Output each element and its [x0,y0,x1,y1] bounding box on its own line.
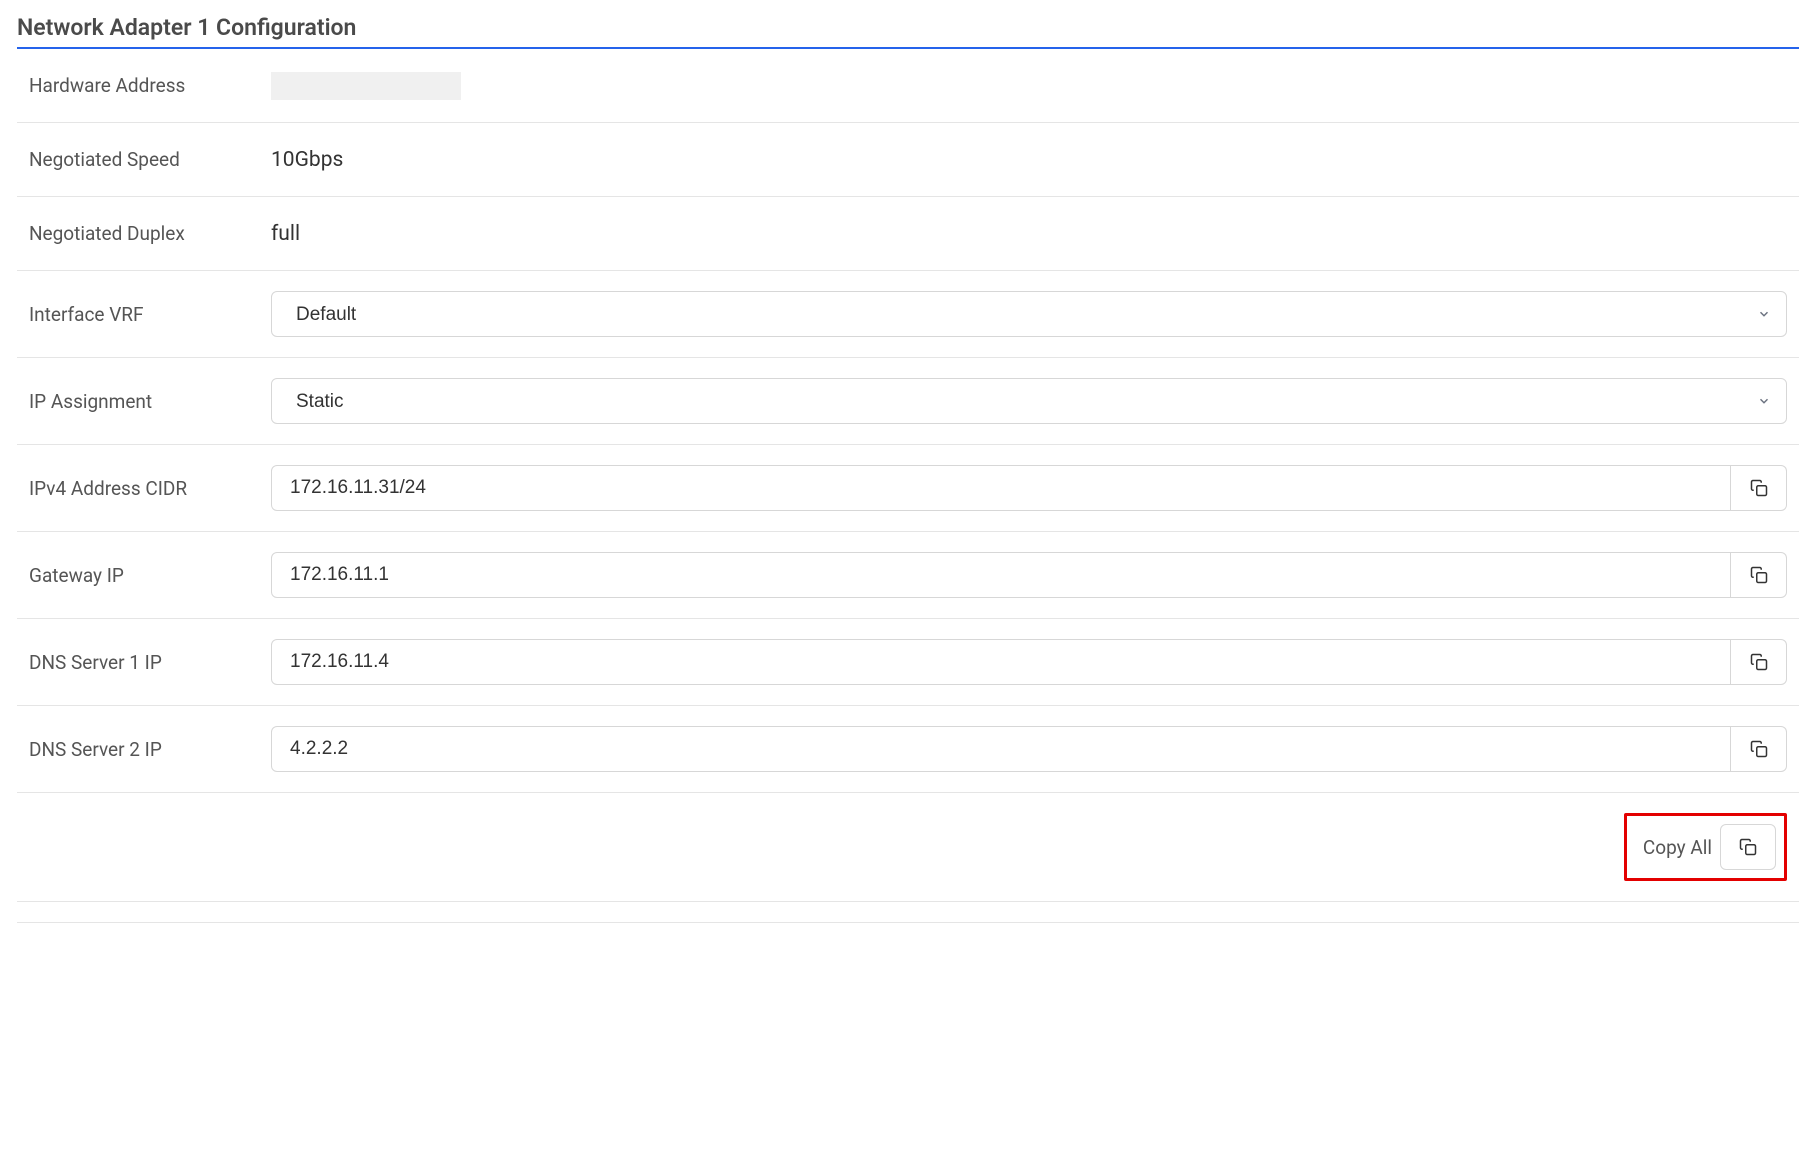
label-gateway-ip: Gateway IP [29,564,271,587]
input-dns-server-1[interactable] [271,639,1731,685]
copy-icon [1750,479,1768,497]
input-gateway-ip[interactable] [271,552,1731,598]
redacted-box [271,72,461,100]
copy-all-highlight: Copy All [1624,813,1787,881]
copy-icon [1750,740,1768,758]
value-negotiated-speed: 10Gbps [271,148,1787,172]
copy-ipv4-address-button[interactable] [1731,465,1787,511]
value-hardware-address [271,72,1787,100]
label-ip-assignment: IP Assignment [29,390,271,413]
label-negotiated-duplex: Negotiated Duplex [29,222,271,245]
value-negotiated-duplex: full [271,222,1787,246]
label-interface-vrf: Interface VRF [29,303,271,326]
copy-icon [1739,838,1757,856]
label-negotiated-speed: Negotiated Speed [29,148,271,171]
copy-dns-server-2-button[interactable] [1731,726,1787,772]
input-ipv4-address-cidr[interactable] [271,465,1731,511]
row-negotiated-speed: Negotiated Speed 10Gbps [17,123,1799,197]
row-dns-server-1: DNS Server 1 IP [17,619,1799,706]
label-dns-server-1: DNS Server 1 IP [29,651,271,674]
label-hardware-address: Hardware Address [29,74,271,97]
copy-all-label: Copy All [1643,836,1712,859]
select-interface-vrf[interactable]: Default [271,291,1787,337]
copy-gateway-ip-button[interactable] [1731,552,1787,598]
row-ipv4-address-cidr: IPv4 Address CIDR [17,445,1799,532]
label-ipv4-address-cidr: IPv4 Address CIDR [29,477,271,500]
row-hardware-address: Hardware Address [17,49,1799,123]
row-ip-assignment: IP Assignment Static [17,358,1799,445]
row-copy-all: Copy All [17,793,1799,902]
row-interface-vrf: Interface VRF Default [17,271,1799,358]
row-dns-server-2: DNS Server 2 IP [17,706,1799,793]
copy-all-button[interactable] [1720,824,1776,870]
section-title: Network Adapter 1 Configuration [17,14,1799,49]
copy-icon [1750,566,1768,584]
row-gateway-ip: Gateway IP [17,532,1799,619]
input-dns-server-2[interactable] [271,726,1731,772]
form-section: Hardware Address Negotiated Speed 10Gbps… [17,49,1799,923]
row-negotiated-duplex: Negotiated Duplex full [17,197,1799,271]
copy-icon [1750,653,1768,671]
select-ip-assignment[interactable]: Static [271,378,1787,424]
row-partial [17,902,1799,922]
copy-dns-server-1-button[interactable] [1731,639,1787,685]
label-dns-server-2: DNS Server 2 IP [29,738,271,761]
